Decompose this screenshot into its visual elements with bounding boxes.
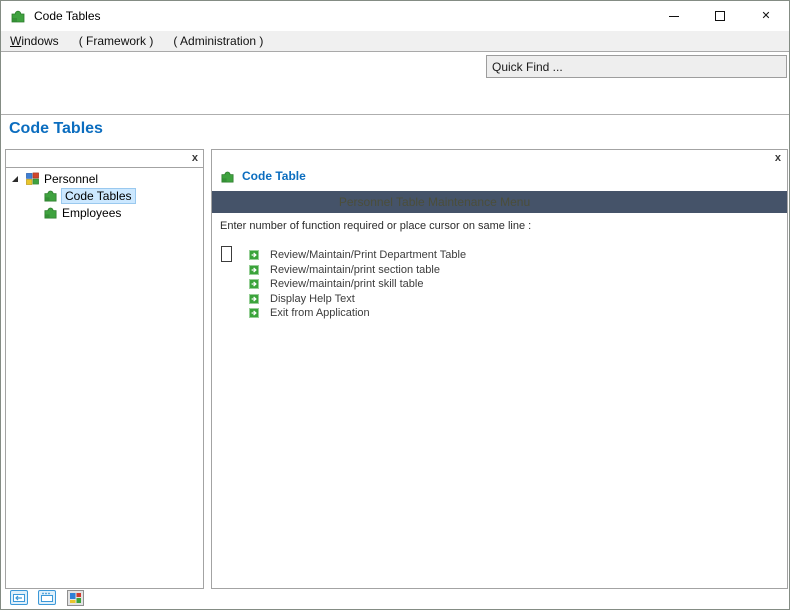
- menu-item-windows[interactable]: Windows: [1, 31, 69, 51]
- window-list-button[interactable]: [37, 589, 57, 606]
- menu-item-framework[interactable]: ( Framework ): [69, 31, 164, 51]
- tree-panel-close-button[interactable]: x: [192, 152, 198, 164]
- quick-find-input[interactable]: [486, 55, 787, 78]
- menu-item-label: Review/maintain/print section table: [270, 264, 440, 276]
- maximize-icon: [715, 11, 725, 21]
- function-number-input[interactable]: [221, 246, 232, 262]
- app-puzzle-icon: [10, 8, 26, 24]
- status-bar: [1, 587, 85, 608]
- menu-item-label: Review/maintain/print skill table: [270, 278, 423, 290]
- menu-item-label: Exit from Application: [270, 307, 370, 319]
- menu-item-skill-table[interactable]: Review/maintain/print skill table: [249, 277, 787, 292]
- green-puzzle-icon: [43, 188, 58, 203]
- maximize-button[interactable]: [697, 1, 743, 31]
- menu-item-administration[interactable]: ( Administration ): [163, 31, 273, 51]
- app-window: Code Tables ✕ Windows ( Framework ) ( Ad…: [0, 0, 790, 610]
- tree-item-label: Personnel: [44, 172, 98, 186]
- close-button[interactable]: ✕: [743, 1, 789, 31]
- code-table-icon: [220, 169, 235, 184]
- maintenance-menu-banner: Personnel Table Maintenance Menu: [212, 191, 787, 213]
- collapse-panel-button[interactable]: [9, 589, 29, 606]
- page-heading-area: Code Tables: [1, 115, 789, 149]
- tree-item-label: Code Tables: [61, 188, 136, 204]
- code-table-panel: x Code Table Personnel Table Maintenance…: [211, 149, 788, 589]
- green-arrow-icon: [249, 250, 259, 260]
- green-arrow-icon: [249, 294, 259, 304]
- navigation-tree: Personnel Code Tables Employees: [6, 168, 203, 221]
- window-list-icon: [38, 590, 56, 605]
- menu-item-exit-application[interactable]: Exit from Application: [249, 306, 787, 321]
- green-arrow-icon: [249, 279, 259, 289]
- menu-item-label: Review/Maintain/Print Department Table: [270, 249, 466, 261]
- tree-item-code-tables[interactable]: Code Tables: [6, 187, 203, 204]
- minimize-button[interactable]: [651, 1, 697, 31]
- tree-item-label: Employees: [62, 206, 121, 220]
- content-panel-close-button[interactable]: x: [775, 152, 781, 164]
- tree-item-employees[interactable]: Employees: [6, 204, 203, 221]
- navigation-tree-panel: x Personnel Code Tables: [5, 149, 204, 589]
- tile-windows-button[interactable]: [65, 589, 85, 606]
- function-prompt-text: Enter number of function required or pla…: [220, 220, 787, 232]
- collapse-panel-icon: [10, 590, 28, 605]
- function-menu-area: Review/Maintain/Print Department Table R…: [212, 246, 787, 321]
- green-puzzle-icon: [43, 205, 58, 220]
- personnel-category-icon: [25, 171, 40, 186]
- menu-item-department-table[interactable]: Review/Maintain/Print Department Table: [249, 248, 787, 263]
- expander-icon[interactable]: [11, 175, 19, 183]
- tree-item-personnel[interactable]: Personnel: [6, 170, 203, 187]
- window-title: Code Tables: [34, 9, 101, 23]
- green-arrow-icon: [249, 265, 259, 275]
- function-menu-list: Review/Maintain/Print Department Table R…: [212, 246, 787, 321]
- content-panel-title: Code Table: [242, 169, 306, 183]
- toolbar: [1, 53, 789, 115]
- tree-panel-header: x: [6, 150, 203, 168]
- page-title: Code Tables: [9, 120, 103, 138]
- menu-item-display-help[interactable]: Display Help Text: [249, 292, 787, 307]
- tile-windows-icon: [67, 590, 84, 606]
- menu-bar: Windows ( Framework ) ( Administration ): [1, 31, 789, 52]
- menu-item-label: Display Help Text: [270, 293, 355, 305]
- minimize-icon: [669, 16, 679, 17]
- menu-item-section-table[interactable]: Review/maintain/print section table: [249, 263, 787, 278]
- window-controls: ✕: [651, 1, 789, 31]
- title-bar: Code Tables ✕: [1, 1, 789, 31]
- content-panel-title-row: Code Table: [220, 168, 787, 184]
- green-arrow-icon: [249, 308, 259, 318]
- close-icon: ✕: [761, 11, 770, 22]
